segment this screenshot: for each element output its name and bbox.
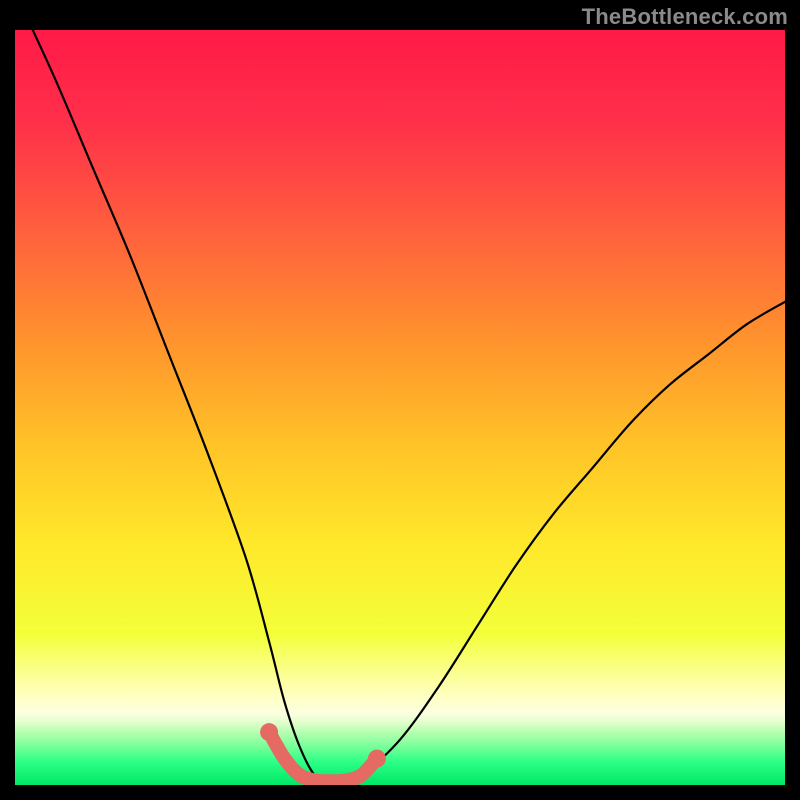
chart-frame: TheBottleneck.com [0, 0, 800, 800]
bottleneck-curve [15, 30, 785, 782]
curve-layer [15, 30, 785, 785]
bottom-segment [260, 723, 386, 781]
watermark-text: TheBottleneck.com [582, 4, 788, 30]
plot-area [15, 30, 785, 785]
